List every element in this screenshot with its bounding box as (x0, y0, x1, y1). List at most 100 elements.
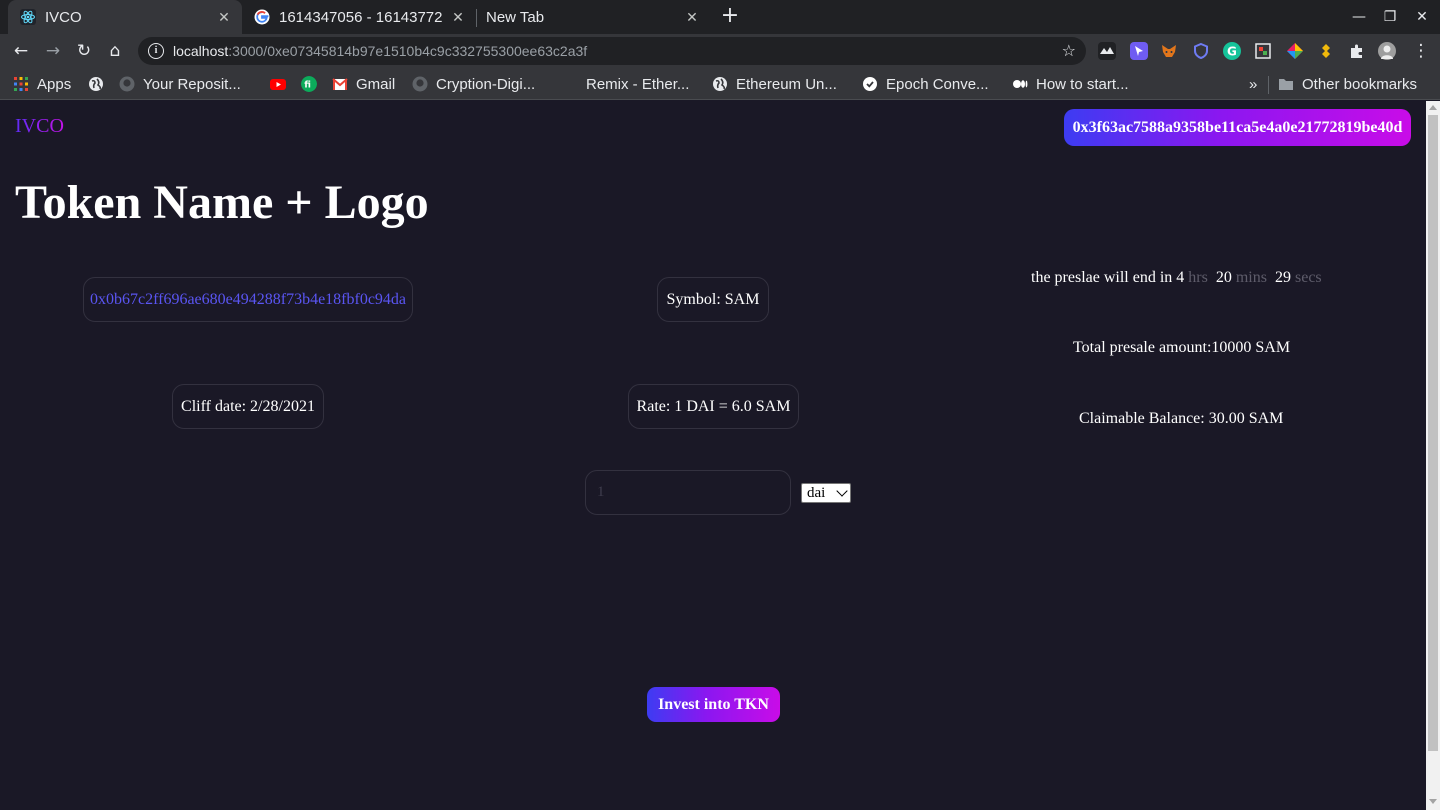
url-text: localhost:3000/0xe07345814b97e1510b4c9c3… (173, 43, 588, 59)
bookmark-youtube[interactable] (270, 74, 294, 94)
bookmark-label: Other bookmarks (1302, 75, 1418, 93)
bookmark-your-repositories[interactable]: Your Reposit... (119, 74, 241, 94)
bookmark-label: Gmail (356, 75, 396, 93)
scroll-down-arrow-icon[interactable] (1429, 799, 1437, 804)
bookmark-cryption-digi[interactable]: Cryption-Digi... (412, 74, 535, 94)
tab-title: 1614347056 - 16143772 (279, 8, 443, 26)
extension-cursor-icon[interactable] (1130, 42, 1148, 60)
total-presale-amount: Total presale amount:10000 SAM (1073, 339, 1291, 356)
countdown-minutes: 20 (1215, 269, 1232, 286)
svg-text:G: G (1227, 45, 1237, 59)
bookmarks-separator (1268, 76, 1269, 94)
app-page: IVCO 0x3f63ac7588a9358be11ca5e4a0e217728… (0, 101, 1426, 810)
page-title: Token Name + Logo (15, 176, 429, 229)
chevron-down-icon (836, 485, 848, 497)
forward-icon[interactable]: → (42, 40, 64, 62)
github-icon (119, 76, 135, 92)
fi-icon: fi (301, 76, 317, 92)
reload-icon[interactable]: ↻ (73, 40, 95, 62)
scrollbar-thumb[interactable] (1428, 115, 1438, 751)
close-icon[interactable]: ✕ (216, 9, 232, 25)
tab-title: New Tab (486, 8, 545, 26)
address-bar[interactable]: i localhost:3000/0xe07345814b97e1510b4c9… (138, 37, 1086, 65)
countdown-hours: 4 (1176, 269, 1185, 286)
apps-grid-icon (14, 77, 28, 91)
countdown-seconds: 29 (1274, 269, 1291, 286)
presale-countdown: the preslae will end in 4 hrs 20 mins 29… (1031, 269, 1322, 287)
bookmark-globe[interactable] (88, 74, 112, 94)
other-bookmarks-folder[interactable]: Other bookmarks (1278, 74, 1417, 94)
brand-logo[interactable]: IVCO (15, 115, 64, 138)
bookmark-ethereum-unit[interactable]: Ethereum Un... (712, 74, 837, 94)
react-icon (20, 9, 36, 25)
binance-icon[interactable] (1317, 42, 1335, 60)
globe-icon (89, 77, 103, 91)
new-tab-button[interactable]: + (718, 5, 742, 29)
bookmark-epoch-converter[interactable]: Epoch Conve... (862, 74, 989, 94)
home-icon[interactable]: ⌂ (104, 40, 126, 62)
countdown-minutes-unit: mins (1235, 269, 1267, 286)
countdown-seconds-unit: secs (1294, 269, 1322, 286)
more-bookmarks-button[interactable]: » (1249, 74, 1257, 94)
amount-input[interactable] (585, 470, 791, 515)
bookmark-how-to-start[interactable]: How to start... (1012, 74, 1129, 94)
svg-text:fi: fi (304, 81, 311, 91)
bookmarks-bar: Apps Your Reposit... fi Gmail Cryption-D… (0, 68, 1440, 100)
exchange-rate: Rate: 1 DAI = 6.0 SAM (628, 384, 799, 429)
wallet-address-button[interactable]: 0x3f63ac7588a9358be11ca5e4a0e21772819be4… (1064, 109, 1411, 146)
claimable-balance: Claimable Balance: 30.00 SAM (1079, 410, 1284, 427)
cliff-date: Cliff date: 2/28/2021 (172, 384, 324, 429)
extensions-puzzle-icon[interactable] (1348, 42, 1366, 60)
folder-icon (1279, 79, 1293, 90)
restore-icon[interactable]: ❐ (1381, 8, 1399, 26)
shield-icon[interactable] (1192, 42, 1210, 60)
remix-icon (562, 76, 578, 92)
globe-icon (713, 77, 727, 91)
menu-kebab-icon[interactable]: ⋮ (1410, 40, 1432, 62)
currency-select[interactable]: dai (801, 483, 851, 503)
page-scrollbar[interactable] (1426, 101, 1440, 810)
bookmark-label: Ethereum Un... (736, 75, 837, 93)
bookmark-star-icon[interactable]: ☆ (1062, 41, 1076, 60)
profile-avatar-icon[interactable] (1378, 42, 1396, 60)
color-picker-icon[interactable] (1254, 42, 1272, 60)
currency-selected-value: dai (807, 485, 826, 501)
countdown-prefix: the preslae will end in (1031, 269, 1173, 286)
bookmark-apps[interactable]: Apps (13, 74, 71, 94)
tab-google-search[interactable]: 1614347056 - 16143772 ✕ (242, 0, 476, 34)
bookmark-label: Your Reposit... (143, 75, 241, 93)
bookmark-gmail[interactable]: Gmail (332, 74, 395, 94)
invest-button[interactable]: Invest into TKN (647, 687, 780, 722)
tab-title: IVCO (45, 8, 82, 26)
color-wheel-icon[interactable] (1286, 42, 1304, 60)
minimize-icon[interactable]: — (1350, 8, 1368, 26)
bookmark-label: Cryption-Digi... (436, 75, 536, 93)
bookmark-label: How to start... (1036, 75, 1129, 93)
back-icon[interactable]: ← (10, 40, 32, 62)
close-icon[interactable]: ✕ (450, 9, 466, 25)
token-address[interactable]: 0x0b67c2ff696ae680e494288f73b4e18fbf0c94… (83, 277, 413, 322)
close-icon[interactable]: ✕ (684, 9, 700, 25)
browser-tab-strip: IVCO ✕ 1614347056 - 16143772 ✕ New Tab ✕… (0, 0, 1440, 34)
extension-bat-icon[interactable] (1098, 42, 1116, 60)
tab-ivco[interactable]: IVCO ✕ (8, 0, 242, 34)
metamask-icon[interactable] (1160, 42, 1178, 60)
medium-icon (1013, 80, 1028, 88)
bookmark-remix[interactable]: Remix - Ether... (562, 74, 689, 94)
bookmark-label: Epoch Conve... (886, 75, 989, 93)
github-icon (412, 76, 428, 92)
bookmark-fi[interactable]: fi (301, 74, 325, 94)
countdown-hours-unit: hrs (1188, 269, 1208, 286)
close-window-icon[interactable]: ✕ (1413, 8, 1431, 26)
site-info-icon[interactable]: i (148, 43, 164, 59)
scroll-up-arrow-icon[interactable] (1429, 105, 1437, 110)
bookmark-label: Remix - Ether... (586, 75, 690, 93)
grammarly-icon[interactable]: G (1223, 42, 1241, 60)
token-symbol: Symbol: SAM (657, 277, 769, 322)
gmail-icon (332, 78, 348, 90)
bookmark-label: Apps (37, 75, 72, 93)
browser-toolbar: ← → ↻ ⌂ i localhost:3000/0xe07345814b97e… (0, 34, 1440, 68)
epoch-icon (863, 77, 877, 91)
tab-new-tab[interactable]: New Tab ✕ (476, 0, 710, 34)
google-icon (254, 9, 270, 25)
